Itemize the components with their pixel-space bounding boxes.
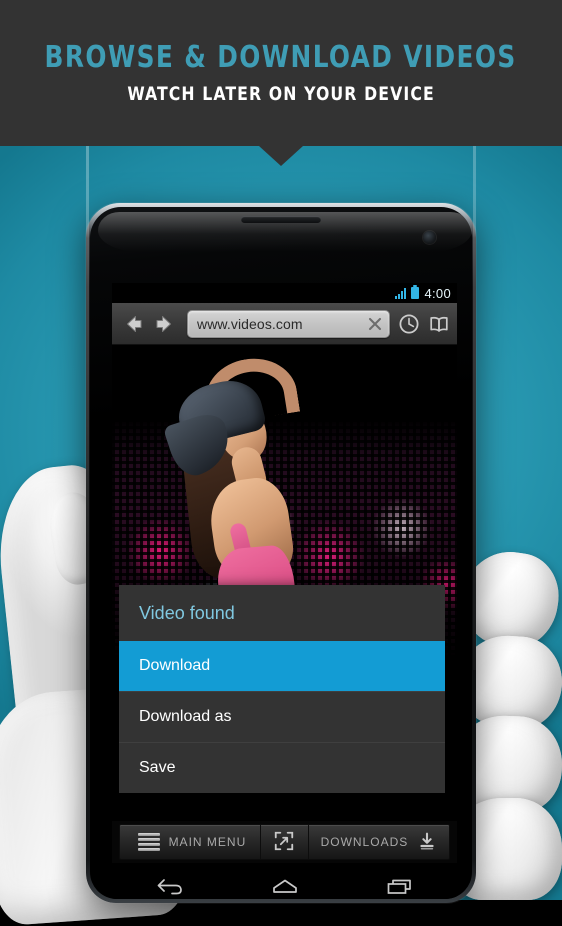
promo-banner: BROWSE & DOWNLOAD VIDEOS WATCH LATER ON … bbox=[0, 0, 562, 146]
status-bar: 4:00 bbox=[112, 283, 457, 303]
forward-arrow-icon[interactable] bbox=[151, 309, 181, 339]
url-bar[interactable]: www.videos.com bbox=[187, 309, 390, 338]
dialog-item-download[interactable]: Download bbox=[119, 641, 445, 691]
phone-screen: 4:00 www.videos.com Video found Download… bbox=[112, 283, 457, 863]
main-menu-label: MAIN MENU bbox=[168, 835, 247, 849]
bookmarks-book-icon[interactable] bbox=[426, 311, 452, 337]
video-found-dialog: Video found Download Download as Save bbox=[119, 585, 445, 793]
status-clock: 4:00 bbox=[424, 285, 451, 301]
main-menu-button[interactable]: MAIN MENU bbox=[120, 825, 261, 859]
close-x-icon[interactable] bbox=[365, 314, 385, 334]
android-back-icon[interactable] bbox=[150, 874, 190, 899]
front-camera-icon bbox=[423, 231, 436, 244]
back-arrow-icon[interactable] bbox=[117, 309, 147, 339]
promo-subtitle: WATCH LATER ON YOUR DEVICE bbox=[127, 82, 435, 105]
promo-pointer-triangle bbox=[259, 146, 303, 166]
app-bottom-toolbar: MAIN MENU DOWNLOADS bbox=[112, 821, 457, 863]
earpiece-speaker bbox=[241, 216, 321, 223]
dialog-item-save[interactable]: Save bbox=[119, 742, 445, 793]
downloads-button[interactable]: DOWNLOADS bbox=[309, 825, 449, 859]
downloads-label: DOWNLOADS bbox=[320, 835, 409, 849]
download-tray-icon bbox=[417, 831, 437, 854]
phone-device: 4:00 www.videos.com Video found Download… bbox=[86, 203, 476, 903]
android-recents-icon[interactable] bbox=[380, 874, 420, 899]
battery-icon bbox=[411, 285, 420, 299]
dialog-title: Video found bbox=[139, 603, 235, 623]
signal-bars-icon bbox=[395, 287, 407, 299]
hamburger-menu-icon bbox=[137, 833, 160, 851]
fullscreen-expand-icon bbox=[273, 830, 295, 855]
fullscreen-button[interactable] bbox=[261, 825, 309, 859]
browser-toolbar: www.videos.com bbox=[112, 303, 457, 345]
dialog-item-download-as[interactable]: Download as bbox=[119, 691, 445, 742]
toolbar-inner: MAIN MENU DOWNLOADS bbox=[119, 824, 450, 860]
android-navigation-bar bbox=[112, 869, 457, 899]
clock-history-icon[interactable] bbox=[396, 311, 422, 337]
phone-glass: 4:00 www.videos.com Video found Download… bbox=[90, 207, 472, 899]
url-input[interactable]: www.videos.com bbox=[197, 316, 365, 332]
promo-title: BROWSE & DOWNLOAD VIDEOS bbox=[44, 39, 518, 75]
android-home-icon[interactable] bbox=[265, 874, 305, 899]
